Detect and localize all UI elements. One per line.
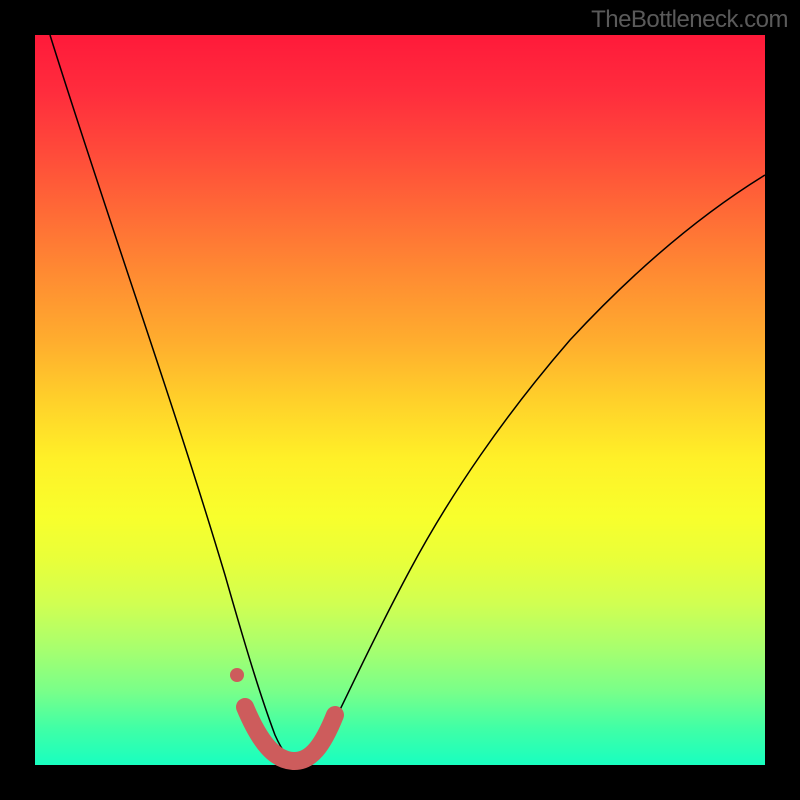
- marker-dot: [230, 668, 244, 682]
- outer-frame: TheBottleneck.com: [0, 0, 800, 800]
- chart-svg: [35, 35, 765, 765]
- watermark-text: TheBottleneck.com: [591, 6, 788, 34]
- valley-highlight-band: [245, 707, 335, 761]
- bottleneck-curve: [50, 35, 765, 762]
- plot-area: [35, 35, 765, 765]
